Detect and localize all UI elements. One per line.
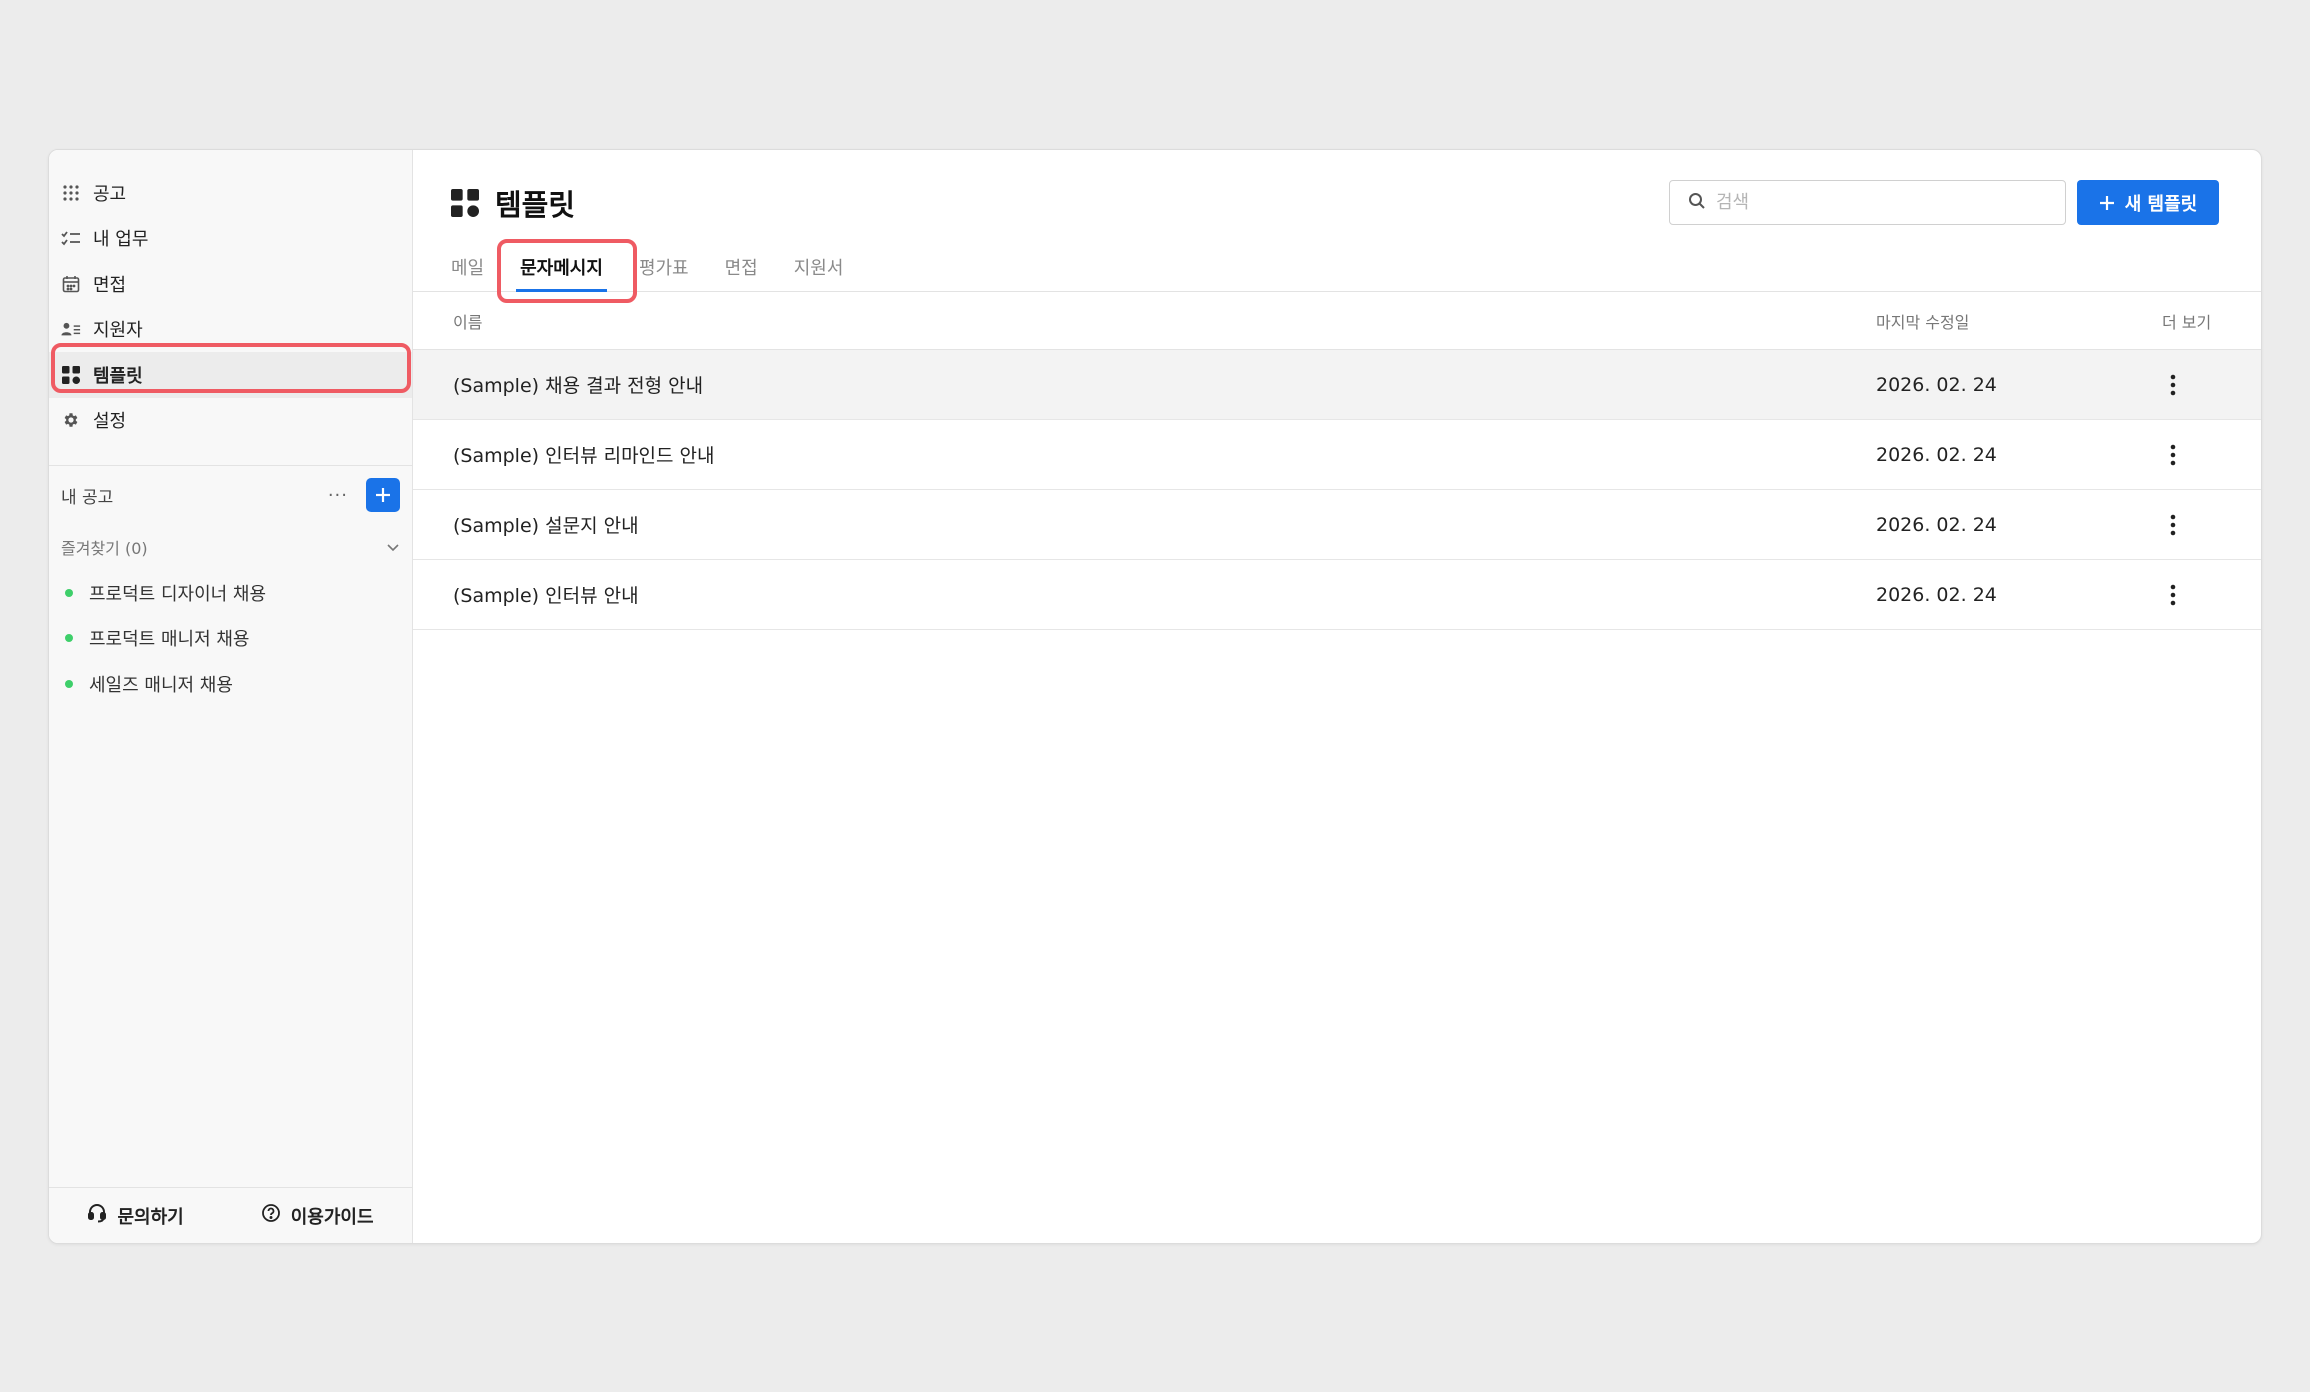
sidebar-item-settings[interactable]: 설정 <box>49 398 412 444</box>
sidebar-item-jobs[interactable]: 공고 <box>49 170 412 216</box>
row-more-button[interactable] <box>2161 560 2185 629</box>
my-posts-label: 내 공고 <box>61 487 114 508</box>
kebab-menu-icon[interactable] <box>2161 444 2185 466</box>
row-date: 2026. 02. 24 <box>1876 513 1997 536</box>
tab-interview[interactable]: 면접 <box>725 242 758 292</box>
person-list-icon <box>61 319 81 339</box>
row-name: (Sample) 인터뷰 안내 <box>453 585 639 607</box>
grid-dots-icon <box>61 183 81 203</box>
status-dot-icon <box>65 588 73 597</box>
sidebar-item-my-tasks[interactable]: 내 업무 <box>49 216 412 262</box>
row-date: 2026. 02. 24 <box>1876 583 1997 606</box>
page-title: 템플릿 <box>451 182 575 224</box>
tab-mail[interactable]: 메일 <box>451 242 484 292</box>
tab-evaluation[interactable]: 평가표 <box>639 242 689 292</box>
column-header-more: 더 보기 <box>2162 313 2212 332</box>
table-row[interactable]: (Sample) 인터뷰 리마인드 안내 2026. 02. 24 <box>413 420 2261 490</box>
page-title-text: 템플릿 <box>495 188 576 222</box>
row-more-button[interactable] <box>2161 420 2185 489</box>
sidebar-item-label: 내 업무 <box>93 229 149 251</box>
app-window: 공고 내 업무 면접 지원자 템플릿 설정 내 공고 ··· 즐겨찾기 (0) … <box>48 149 2262 1244</box>
template-grid-icon <box>451 189 479 217</box>
row-date: 2026. 02. 24 <box>1876 443 1997 466</box>
sidebar-item-label: 공고 <box>93 183 127 205</box>
sidebar: 공고 내 업무 면접 지원자 템플릿 설정 내 공고 ··· 즐겨찾기 (0) … <box>49 150 413 1243</box>
sidebar-item-templates[interactable]: 템플릿 <box>49 352 412 398</box>
search-icon <box>1688 192 1706 214</box>
row-name: (Sample) 설문지 안내 <box>453 515 639 537</box>
plus-icon <box>376 488 390 502</box>
favorites-label: 즐겨찾기 (0) <box>61 539 148 558</box>
column-header-name: 이름 <box>453 313 483 332</box>
favorite-label: 프로덕트 디자이너 채용 <box>89 583 267 605</box>
list-item[interactable]: 프로덕트 매니저 채용 <box>49 616 412 662</box>
more-options-button[interactable]: ··· <box>328 485 348 506</box>
search-input[interactable] <box>1716 192 2046 213</box>
favorite-label: 프로덕트 매니저 채용 <box>89 629 250 651</box>
row-more-button[interactable] <box>2161 350 2185 419</box>
my-posts-actions: ··· <box>328 478 400 512</box>
sidebar-item-interview[interactable]: 면접 <box>49 261 412 307</box>
chevron-down-icon[interactable] <box>386 538 400 557</box>
help-circle-icon <box>261 1203 281 1228</box>
headset-icon <box>87 1203 107 1228</box>
row-date: 2026. 02. 24 <box>1876 373 1997 396</box>
page-header: 템플릿 새 템플릿 메일 문자메시지 평가표 면접 지원서 <box>413 150 2261 303</box>
add-post-button[interactable] <box>366 478 400 512</box>
new-template-label: 새 템플릿 <box>2124 193 2198 215</box>
favorites-list: 프로덕트 디자이너 채용 프로덕트 매니저 채용 세일즈 매니저 채용 <box>49 570 412 707</box>
sidebar-item-applicants[interactable]: 지원자 <box>49 307 412 353</box>
search-box[interactable] <box>1669 180 2066 225</box>
row-more-button[interactable] <box>2161 490 2185 559</box>
status-dot-icon <box>65 679 73 688</box>
tab-sms[interactable]: 문자메시지 <box>516 242 607 292</box>
list-item[interactable]: 프로덕트 디자이너 채용 <box>49 570 412 616</box>
favorite-label: 세일즈 매니저 채용 <box>89 674 233 696</box>
template-grid-icon <box>61 365 81 385</box>
calendar-icon <box>61 274 81 294</box>
sidebar-item-label: 면접 <box>93 274 127 296</box>
status-dot-icon <box>65 634 73 643</box>
main-content: 템플릿 새 템플릿 메일 문자메시지 평가표 면접 지원서 <box>413 150 2261 1243</box>
contact-button[interactable]: 문의하기 <box>87 1203 184 1229</box>
checklist-icon <box>61 228 81 248</box>
contact-label: 문의하기 <box>117 1206 184 1228</box>
guide-label: 이용가이드 <box>290 1206 374 1228</box>
sidebar-item-label: 템플릿 <box>93 365 143 387</box>
kebab-menu-icon[interactable] <box>2161 374 2185 396</box>
my-posts-header: 내 공고 ··· <box>49 466 412 524</box>
table-row[interactable]: (Sample) 채용 결과 전형 안내 2026. 02. 24 <box>413 350 2261 420</box>
sidebar-item-label: 설정 <box>93 411 127 433</box>
sidebar-item-label: 지원자 <box>93 320 143 342</box>
row-name: (Sample) 채용 결과 전형 안내 <box>453 375 704 397</box>
kebab-menu-icon[interactable] <box>2161 514 2185 536</box>
table-row[interactable]: (Sample) 인터뷰 안내 2026. 02. 24 <box>413 560 2261 630</box>
sidebar-footer: 문의하기 이용가이드 <box>49 1187 412 1243</box>
list-item[interactable]: 세일즈 매니저 채용 <box>49 661 412 707</box>
guide-button[interactable]: 이용가이드 <box>261 1203 374 1229</box>
new-template-button[interactable]: 새 템플릿 <box>2077 180 2219 225</box>
sidebar-nav: 공고 내 업무 면접 지원자 템플릿 설정 <box>49 150 412 443</box>
table-header: 이름 마지막 수정일 더 보기 <box>413 292 2261 350</box>
row-name: (Sample) 인터뷰 리마인드 안내 <box>453 445 715 467</box>
tab-bar: 메일 문자메시지 평가표 면접 지원서 <box>451 242 879 292</box>
plus-icon <box>2099 195 2114 210</box>
tab-application[interactable]: 지원서 <box>794 242 844 292</box>
column-header-modified: 마지막 수정일 <box>1876 313 1970 332</box>
table-row[interactable]: (Sample) 설문지 안내 2026. 02. 24 <box>413 490 2261 560</box>
template-table: (Sample) 채용 결과 전형 안내 2026. 02. 24 (Sampl… <box>413 350 2261 630</box>
kebab-menu-icon[interactable] <box>2161 584 2185 606</box>
favorites-header[interactable]: 즐겨찾기 (0) <box>49 524 412 570</box>
gear-icon <box>61 410 81 430</box>
